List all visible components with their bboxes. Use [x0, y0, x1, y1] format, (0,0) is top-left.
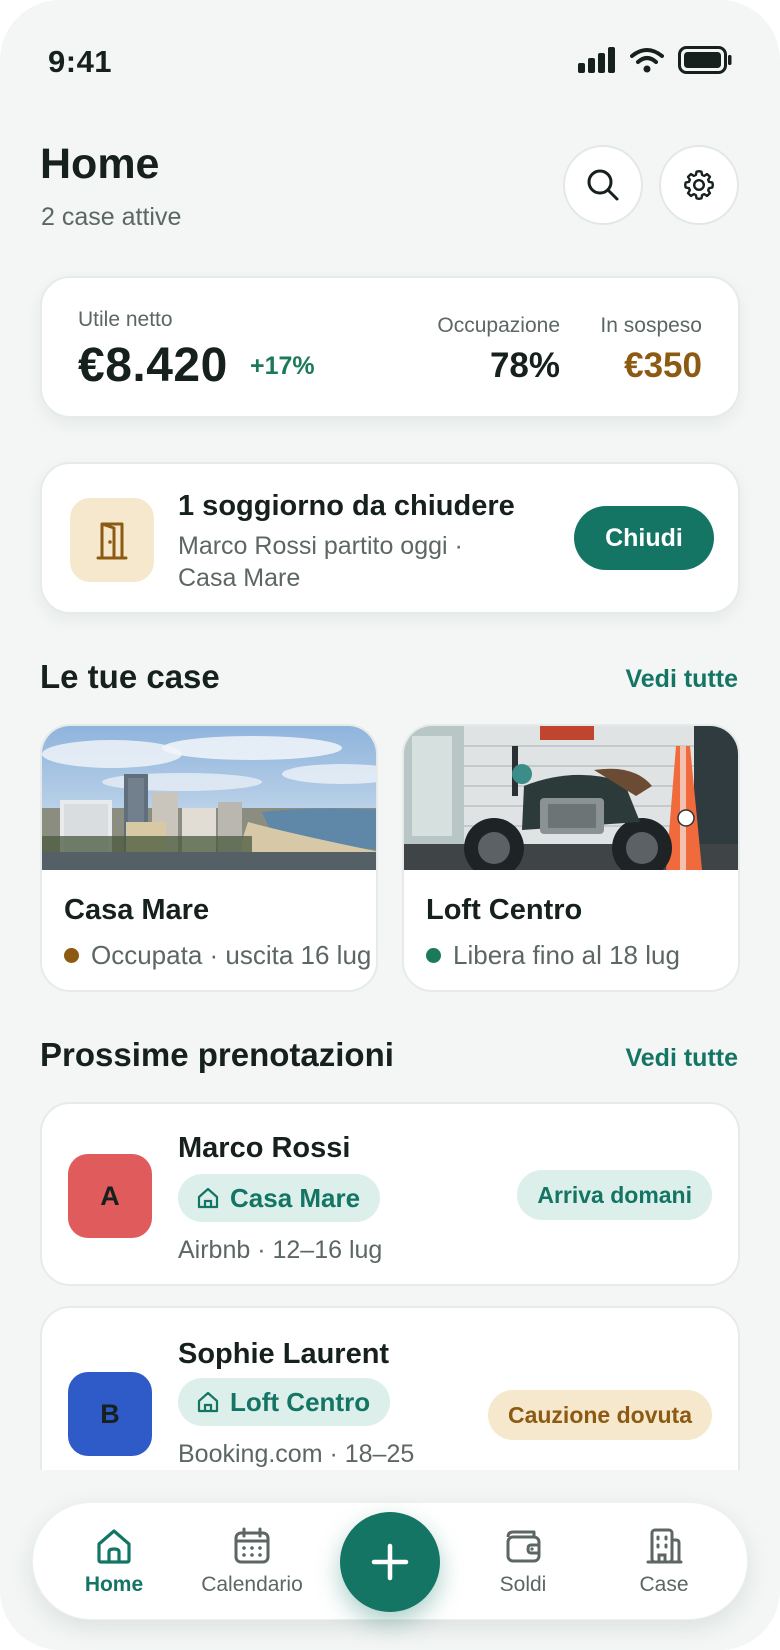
- status-badge: Arriva domani: [517, 1170, 712, 1220]
- alert-subtitle: Marco Rossi partito oggi · Casa Mare: [178, 532, 463, 592]
- house-status: Occupata · uscita 16 lug: [64, 940, 371, 971]
- building-icon: [646, 1528, 683, 1564]
- search-icon: [587, 169, 619, 201]
- page-subtitle: 2 case attive: [41, 203, 182, 231]
- summary-card: Utile netto €8.420 +17% Occupazione 78% …: [40, 276, 740, 418]
- house-name: Loft Centro: [426, 894, 583, 926]
- nav-item-money[interactable]: Soldi: [458, 1525, 588, 1597]
- avatar: B: [68, 1372, 152, 1456]
- plus-icon: [371, 1543, 409, 1581]
- page-title: Home: [40, 140, 160, 188]
- nav-label: Case: [639, 1573, 689, 1596]
- bookings-list: A Marco Rossi Casa Mare Airbnb · 12–16 l…: [0, 1098, 780, 1470]
- nav-item-calendar[interactable]: Calendario: [187, 1525, 317, 1597]
- alert-icon-box: [70, 498, 154, 582]
- home-icon: [197, 1187, 219, 1209]
- house-status-text: Occupata · uscita 16 lug: [91, 940, 372, 970]
- app-screen: 9:41 Home 2 case attive Utile netto €8.4…: [0, 0, 780, 1650]
- houses-see-all-link[interactable]: Vedi tutte: [625, 665, 738, 694]
- signal-icon: [578, 47, 615, 73]
- home-icon: [97, 1529, 131, 1564]
- booking-card[interactable]: B Sophie Laurent Loft Centro Booking.com…: [40, 1306, 740, 1470]
- status-dot: [426, 948, 441, 963]
- occupancy-value: 78%: [489, 346, 560, 385]
- house-photo-seaside-city: [42, 726, 376, 870]
- house-status: Libera fino al 18 lug: [426, 940, 680, 971]
- house-chip: Casa Mare: [178, 1174, 381, 1222]
- avatar: A: [68, 1154, 152, 1238]
- stay-to-close-card: 1 soggiorno da chiudere Marco Rossi part…: [40, 462, 740, 614]
- house-chip-label: Casa Mare: [230, 1182, 361, 1213]
- door-icon: [96, 522, 128, 560]
- nav-item-home[interactable]: Home: [49, 1525, 179, 1597]
- bookings-see-all-link[interactable]: Vedi tutte: [625, 1044, 738, 1073]
- nav-label: Home: [84, 1573, 144, 1596]
- nav-item-houses[interactable]: Case: [599, 1525, 729, 1597]
- search-button[interactable]: [563, 145, 643, 225]
- house-card-loft-centro[interactable]: Loft Centro Libera fino al 18 lug: [402, 724, 740, 992]
- houses-section-title: Le tue case: [40, 658, 220, 695]
- nav-label: Calendario: [201, 1573, 303, 1596]
- house-photo-motorcycle: [404, 726, 738, 870]
- net-profit-label: Utile netto: [78, 308, 173, 331]
- house-name: Casa Mare: [64, 894, 210, 926]
- add-button[interactable]: [340, 1512, 440, 1612]
- guest-name: Sophie Laurent: [178, 1338, 390, 1370]
- nav-label: Soldi: [499, 1573, 547, 1596]
- wallet-icon: [506, 1530, 541, 1563]
- alert-title: 1 soggiorno da chiudere: [178, 490, 515, 522]
- gear-icon: [684, 170, 714, 200]
- net-profit-delta: +17%: [250, 352, 315, 380]
- guest-name: Marco Rossi: [178, 1132, 351, 1164]
- pending-value: €350: [624, 346, 702, 385]
- booking-meta: Booking.com · 18–25: [178, 1440, 415, 1468]
- close-stay-button[interactable]: Chiudi: [574, 506, 714, 570]
- house-card-casa-mare[interactable]: Casa Mare Occupata · uscita 16 lug: [40, 724, 378, 992]
- home-icon: [197, 1391, 219, 1413]
- booking-card[interactable]: A Marco Rossi Casa Mare Airbnb · 12–16 l…: [40, 1102, 740, 1286]
- status-badge: Cauzione dovuta: [487, 1390, 712, 1440]
- battery-icon: [678, 46, 732, 74]
- calendar-icon: [234, 1527, 270, 1564]
- house-status-text: Libera fino al 18 lug: [453, 940, 680, 970]
- booking-meta: Airbnb · 12–16 lug: [178, 1236, 383, 1264]
- pending-label: In sospeso: [600, 314, 702, 337]
- net-profit-value: €8.420: [78, 339, 228, 392]
- occupancy-label: Occupazione: [437, 314, 560, 337]
- house-chip: Loft Centro: [178, 1378, 391, 1426]
- bookings-section-title: Prossime prenotazioni: [40, 1036, 394, 1073]
- status-icons: [578, 46, 732, 74]
- settings-button[interactable]: [659, 145, 739, 225]
- wifi-icon: [630, 48, 664, 73]
- status-dot: [64, 948, 79, 963]
- house-chip-label: Loft Centro: [230, 1386, 371, 1417]
- status-time: 9:41: [48, 44, 113, 79]
